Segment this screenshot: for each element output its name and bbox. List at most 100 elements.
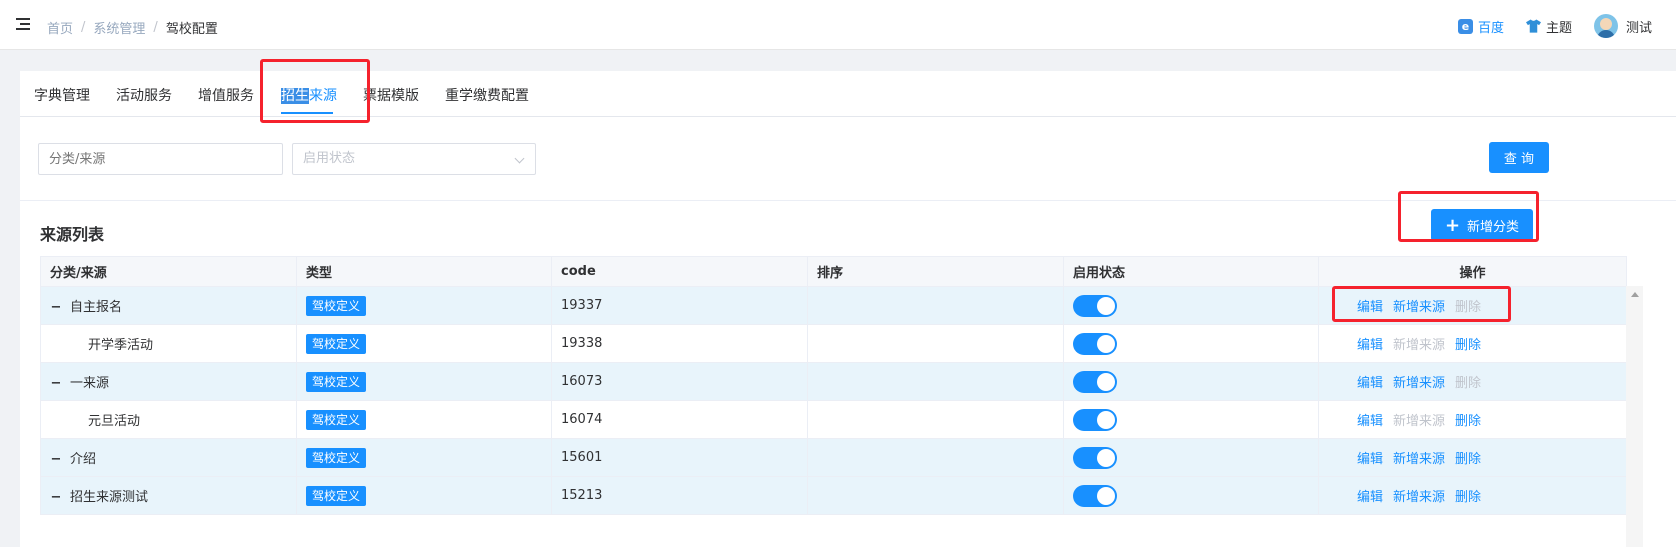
- cell-type: 驾校定义: [296, 438, 552, 477]
- cell-actions: 编辑 新增来源 删除: [1318, 362, 1627, 401]
- cell-type: 驾校定义: [296, 362, 552, 401]
- breadcrumb: 首页 / 系统管理 / 驾校配置: [47, 18, 218, 37]
- tab-value-added-service[interactable]: 增值服务: [198, 85, 254, 105]
- header-sort: 排序: [807, 256, 1064, 287]
- action-edit-link[interactable]: 编辑: [1357, 452, 1383, 467]
- cell-name: 元旦活动: [40, 400, 297, 439]
- cell-type: 驾校定义: [296, 286, 552, 325]
- cell-actions: 编辑 新增来源 删除: [1318, 476, 1627, 515]
- query-button[interactable]: 查 询: [1489, 142, 1549, 173]
- highlight-box-tab: [260, 59, 370, 123]
- status-toggle[interactable]: [1073, 484, 1117, 507]
- status-select-placeholder: 启用状态: [303, 151, 356, 166]
- row-name: 介绍: [70, 452, 97, 467]
- action-edit-link[interactable]: 编辑: [1357, 338, 1383, 353]
- type-tag: 驾校定义: [306, 371, 367, 392]
- cell-type: 驾校定义: [296, 476, 552, 515]
- header-status: 启用状态: [1063, 256, 1319, 287]
- cell-actions: 编辑 新增来源 删除: [1318, 324, 1627, 363]
- user-menu[interactable]: 测试: [1593, 14, 1652, 38]
- action-edit-link[interactable]: 编辑: [1357, 376, 1383, 391]
- table-row: − 一来源 驾校定义 16073 编辑 新增来源 删除: [40, 362, 1627, 401]
- collapse-icon[interactable]: −: [50, 300, 62, 315]
- cell-name: − 介绍: [40, 438, 297, 477]
- breadcrumb-home[interactable]: 首页: [47, 18, 73, 37]
- status-toggle[interactable]: [1073, 370, 1117, 393]
- collapse-icon[interactable]: −: [50, 490, 62, 505]
- tab-dictionary[interactable]: 字典管理: [34, 85, 90, 105]
- status-toggle[interactable]: [1073, 332, 1117, 355]
- cell-status: [1063, 362, 1319, 401]
- header-type: 类型: [296, 256, 552, 287]
- cell-name: − 招生来源测试: [40, 476, 297, 515]
- action-add-source-link[interactable]: 新增来源: [1393, 490, 1445, 505]
- baidu-link[interactable]: e 百度: [1457, 17, 1504, 36]
- action-add-source-link[interactable]: 新增来源: [1393, 452, 1445, 467]
- status-toggle[interactable]: [1073, 294, 1117, 317]
- table-row: 开学季活动 驾校定义 19338 编辑 新增来源 删除: [40, 324, 1627, 363]
- breadcrumb-system[interactable]: 系统管理: [93, 18, 145, 37]
- highlight-box-add: [1398, 191, 1539, 242]
- cell-sort: [807, 324, 1064, 363]
- tab-activity-service[interactable]: 活动服务: [116, 85, 172, 105]
- cell-status: [1063, 400, 1319, 439]
- cell-code: 15213: [551, 476, 808, 515]
- avatar: [1593, 14, 1618, 38]
- category-source-input[interactable]: [38, 143, 283, 175]
- cell-sort: [807, 476, 1064, 515]
- cell-code: 16073: [551, 362, 808, 401]
- tab-relearn-fee-config[interactable]: 重学缴费配置: [445, 85, 529, 105]
- type-tag: 驾校定义: [306, 295, 367, 316]
- collapse-icon[interactable]: −: [50, 376, 62, 391]
- collapse-icon[interactable]: −: [50, 452, 62, 467]
- cell-sort: [807, 286, 1064, 325]
- action-delete-link[interactable]: 删除: [1455, 452, 1481, 467]
- action-add-source-link[interactable]: 新增来源: [1393, 376, 1445, 391]
- type-tag: 驾校定义: [306, 485, 367, 506]
- table-row: 元旦活动 驾校定义 16074 编辑 新增来源 删除: [40, 400, 1627, 439]
- row-name: 自主报名: [70, 300, 123, 315]
- shirt-icon: [1525, 19, 1541, 33]
- menu-toggle-icon[interactable]: [16, 18, 30, 30]
- highlight-box-actions: [1332, 286, 1511, 322]
- search-bar: 启用状态 查 询: [20, 117, 1676, 201]
- cell-code: 19337: [551, 286, 808, 325]
- action-delete-link[interactable]: 删除: [1455, 414, 1481, 429]
- cell-status: [1063, 286, 1319, 325]
- header-category-source: 分类/来源: [40, 256, 297, 287]
- breadcrumb-separator: /: [81, 20, 86, 35]
- row-name: 开学季活动: [88, 338, 154, 353]
- action-delete-link: 删除: [1455, 376, 1482, 391]
- action-edit-link[interactable]: 编辑: [1357, 414, 1383, 429]
- action-delete-link[interactable]: 删除: [1455, 490, 1481, 505]
- top-right-actions: e 百度 主题 测试: [1457, 14, 1652, 38]
- table-row: − 介绍 驾校定义 15601 编辑 新增来源 删除: [40, 438, 1627, 477]
- top-navbar: 首页 / 系统管理 / 驾校配置 e 百度 主题 测试: [0, 0, 1676, 50]
- cell-status: [1063, 324, 1319, 363]
- cell-actions: 编辑 新增来源 删除: [1318, 438, 1627, 477]
- cell-actions: 编辑 新增来源 删除: [1318, 400, 1627, 439]
- main-card: 字典管理 活动服务 增值服务 招生来源 票据模版 重学缴费配置 启用状态 查 询…: [20, 59, 1676, 547]
- type-tag: 驾校定义: [306, 447, 367, 468]
- header-actions: 操作: [1318, 256, 1627, 287]
- list-title: 来源列表: [40, 225, 105, 244]
- type-tag: 驾校定义: [306, 333, 367, 354]
- breadcrumb-current: 驾校配置: [165, 22, 218, 37]
- browser-icon: e: [1457, 18, 1473, 34]
- theme-button[interactable]: 主题: [1525, 17, 1572, 36]
- cell-name: − 自主报名: [40, 286, 297, 325]
- action-edit-link[interactable]: 编辑: [1357, 490, 1383, 505]
- breadcrumb-separator: /: [153, 20, 158, 35]
- header-code: code: [551, 256, 808, 287]
- cell-code: 15601: [551, 438, 808, 477]
- status-select[interactable]: 启用状态: [292, 143, 536, 175]
- status-toggle[interactable]: [1073, 446, 1117, 469]
- tab-receipt-template[interactable]: 票据模版: [363, 85, 419, 105]
- cell-code: 19338: [551, 324, 808, 363]
- status-toggle[interactable]: [1073, 408, 1117, 431]
- action-delete-link[interactable]: 删除: [1455, 338, 1481, 353]
- scroll-up-icon[interactable]: [1631, 292, 1639, 297]
- chevron-down-icon: [514, 153, 525, 164]
- table-scrollbar[interactable]: [1626, 286, 1643, 547]
- cell-type: 驾校定义: [296, 324, 552, 363]
